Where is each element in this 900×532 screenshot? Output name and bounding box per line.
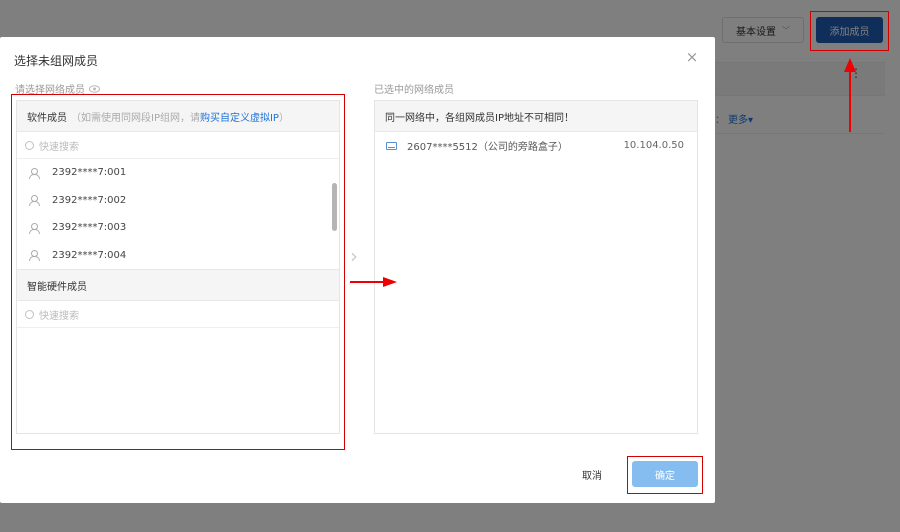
annotation-box-add-member	[810, 11, 889, 51]
annotation-box-confirm	[627, 456, 703, 494]
selected-member-ip: 10.104.0.50	[623, 140, 684, 151]
modal-title: 选择未组网成员	[14, 54, 99, 68]
selected-member-name: 2607****5512（公司的旁路盒子）	[407, 142, 568, 153]
annotation-arrow-up-head	[844, 58, 856, 72]
annotation-arrow-up-shaft	[849, 72, 851, 132]
eye-icon[interactable]	[89, 84, 100, 93]
ip-notice: 同一网络中，各组网成员IP地址不可相同！	[375, 101, 697, 132]
cancel-button[interactable]: 取消	[568, 462, 616, 486]
selected-list-item[interactable]: 2607****5512（公司的旁路盒子） 10.104.0.50	[375, 132, 697, 159]
selected-member-panel: 同一网络中，各组网成员IP地址不可相同！ 2607****5512（公司的旁路盒…	[374, 100, 698, 434]
device-icon	[386, 141, 397, 150]
right-panel-title: 已选中的网络成员	[374, 85, 454, 96]
annotation-box-left-panel	[11, 94, 345, 450]
annotation-arrow-right-head	[383, 277, 397, 287]
close-icon[interactable]: ×	[685, 50, 699, 65]
annotation-arrow-right-shaft	[350, 281, 384, 283]
chevron-right-icon[interactable]: ›	[350, 243, 364, 269]
